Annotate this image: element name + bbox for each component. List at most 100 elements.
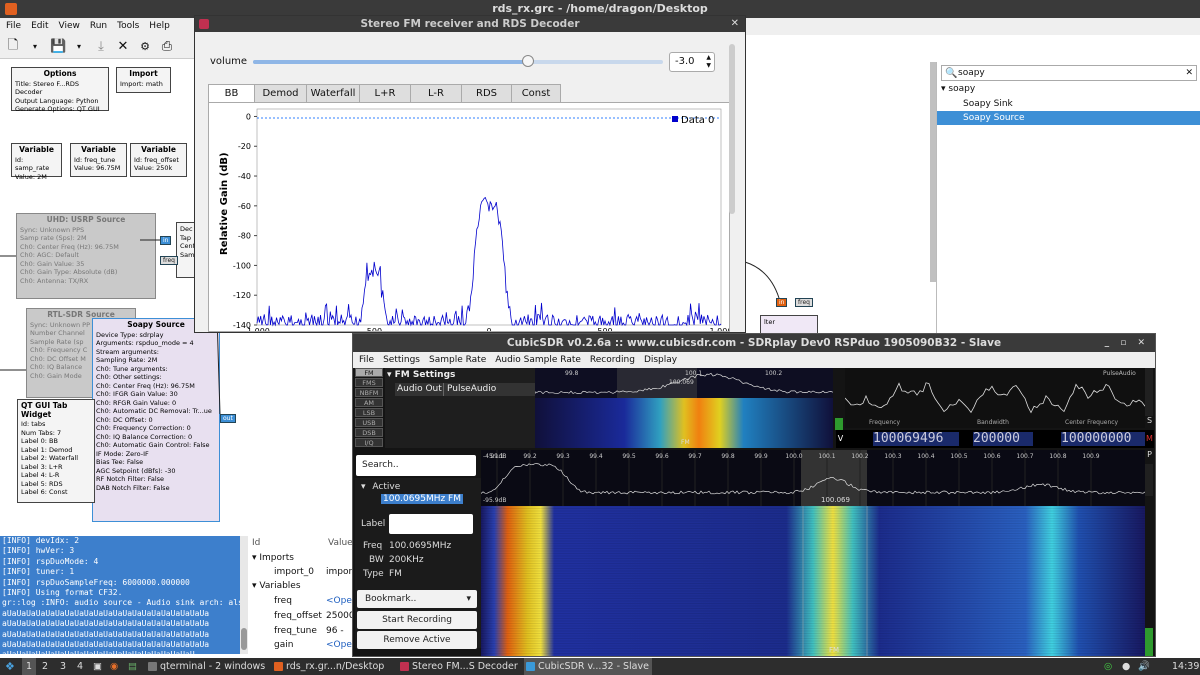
menu-display[interactable]: Display — [644, 352, 677, 368]
volume-value: -3.0 — [675, 56, 695, 67]
tree-item-soapy-source[interactable]: Soapy Source — [937, 111, 1200, 125]
tab-demod[interactable]: Demod — [254, 84, 307, 102]
window-buttons[interactable]: _ ▫ ✕ — [1105, 334, 1149, 352]
tab-l-plus-r[interactable]: L+R — [359, 84, 411, 102]
workspace-1[interactable]: 1 — [22, 658, 36, 675]
volume-slider-handle[interactable] — [522, 55, 534, 67]
console-line: aUaUaUaUaUaUaUaUaUaUaUaUaUaUaUaUaUaUaUaU… — [2, 640, 240, 650]
right-level-meter[interactable] — [1145, 368, 1153, 416]
type-caption: Type — [363, 569, 384, 579]
var-id[interactable]: gain — [274, 640, 293, 650]
fm-settings-header[interactable]: ▾ FM Settings — [387, 370, 455, 380]
remove-active-button[interactable]: Remove Active — [357, 631, 477, 649]
console-line: [INFO] tuner: 1 — [2, 567, 240, 577]
task-stereo-fm[interactable]: Stereo FM...S Decoder — [398, 658, 522, 675]
mode-button-dsb[interactable]: DSB — [355, 428, 383, 437]
spectrum-tick: 100.2 — [851, 453, 868, 460]
fm-scrollbar[interactable] — [729, 44, 735, 214]
active-demod-item[interactable]: 100.0695MHz FM — [381, 494, 463, 504]
mode-button-nbfm[interactable]: NBFM — [355, 388, 383, 397]
fm-settings-panel: ▾ FM Settings Audio Out PulseAudio — [385, 368, 535, 448]
var-id[interactable]: freq_tune — [274, 626, 317, 636]
task-qterminal[interactable]: qterminal - 2 windows — [146, 658, 266, 675]
menu-audio-sample-rate[interactable]: Audio Sample Rate — [495, 352, 581, 368]
y-tick-label: -120 — [233, 291, 251, 300]
main-waterfall[interactable]: FM — [481, 506, 1145, 656]
plot-area — [257, 109, 721, 325]
start-menu-icon[interactable]: ❖ — [5, 658, 15, 675]
var-id[interactable]: freq_offset — [274, 611, 322, 621]
network-icon[interactable]: ◎ — [1104, 658, 1112, 675]
active-group[interactable]: ▾ Active — [361, 482, 400, 492]
console-scrollbar[interactable] — [240, 536, 248, 654]
mode-button-i-q[interactable]: I/Q — [355, 438, 383, 447]
menu-file[interactable]: File — [359, 352, 374, 368]
mode-button-usb[interactable]: USB — [355, 418, 383, 427]
workspace-3[interactable]: 3 — [60, 658, 66, 675]
menu-settings[interactable]: Settings — [383, 352, 420, 368]
tree-item-soapy-sink[interactable]: Soapy Sink — [963, 97, 1013, 111]
csd-title: CubicSDR v0.2.6a :: www.cubicsdr.com - S… — [507, 337, 1001, 349]
steam-icon[interactable]: ● — [1122, 658, 1130, 675]
main-spectrum[interactable]: 99.1 99.2 99.3 99.4 99.5 99.6 99.7 99.8 99.9 100.… — [481, 450, 1145, 506]
var-id[interactable]: freq — [274, 596, 292, 606]
start-recording-button[interactable]: Start Recording — [357, 611, 477, 629]
tab-l-minus-r[interactable]: L-R — [410, 84, 462, 102]
task-grc[interactable]: rds_rx.gr...n/Desktop — [272, 658, 390, 675]
gain-meter[interactable] — [1145, 464, 1153, 496]
overview-spectrum[interactable]: 99.8 100.1 100.2 100.069 FM — [535, 368, 833, 448]
block-search-input[interactable]: 🔍 soapy ✕ — [941, 65, 1197, 81]
tab-rds[interactable]: RDS — [461, 84, 512, 102]
spectrum-tick: 100.3 — [884, 453, 901, 460]
tree-variables[interactable]: ▾ Variables — [252, 581, 301, 591]
mute-label[interactable]: M — [1145, 430, 1154, 448]
workspace-4[interactable]: 4 — [77, 658, 83, 675]
var-id[interactable]: import_0 — [274, 567, 314, 577]
spin-arrows-icon[interactable]: ▲ ▼ — [706, 54, 711, 70]
menu-recording[interactable]: Recording — [590, 352, 635, 368]
y-tick-label: -80 — [238, 232, 251, 241]
files-icon[interactable]: ▤ — [128, 658, 137, 675]
tab-bb[interactable]: BB — [208, 84, 255, 102]
bookmark-search-input[interactable]: Search.. — [356, 455, 476, 476]
mode-button-fm[interactable]: FM — [355, 368, 383, 377]
spectrum-plot[interactable]: 0-20-40-60-80-100-120-140 -1,000-5000500… — [209, 103, 729, 331]
firefox-icon[interactable]: ◉ — [110, 658, 118, 675]
clear-icon[interactable]: ✕ — [1185, 66, 1193, 80]
workspace-2[interactable]: 2 — [42, 658, 48, 675]
squelch-label[interactable]: S — [1145, 416, 1154, 430]
task-cubicsdr[interactable]: CubicSDR v...32 - Slave — [524, 658, 652, 675]
frequency-digits[interactable]: 100069496 — [873, 432, 959, 446]
bookmark-dropdown[interactable]: Bookmark.. ▾ — [357, 590, 477, 608]
tree-category-soapy[interactable]: ▾ soapy — [941, 82, 975, 96]
spectrum-tick: 99.7 — [688, 453, 702, 460]
bandwidth-digits[interactable]: 200000 — [973, 432, 1033, 446]
y-tick-label: -60 — [238, 202, 251, 211]
bandwidth-caption: Bandwidth — [977, 419, 1009, 426]
legend-entry: Data 0 — [681, 115, 714, 126]
db-top-label: -45.1dB — [483, 453, 506, 460]
label-input[interactable] — [389, 514, 473, 534]
tab-waterfall[interactable]: Waterfall — [306, 84, 360, 102]
console-line: [INFO] hwVer: 3 — [2, 546, 240, 556]
menu-sample-rate[interactable]: Sample Rate — [429, 352, 486, 368]
peak-label[interactable]: P — [1145, 450, 1154, 464]
audio-level-meter[interactable] — [835, 418, 843, 430]
tab-const[interactable]: Const — [511, 84, 561, 102]
close-icon[interactable]: ✕ — [731, 16, 739, 32]
variables-panel: Id Value ▾ Imports import_0 import ▾ Var… — [248, 536, 358, 654]
center-frequency-digits[interactable]: 100000000 — [1061, 432, 1145, 446]
mode-button-fms[interactable]: FMS — [355, 378, 383, 387]
frequency-display: 100069496 200000 100000000 — [845, 430, 1145, 448]
mode-button-am[interactable]: AM — [355, 398, 383, 407]
desktop-icon[interactable]: ▣ — [93, 658, 102, 675]
spectrum-marker: 100.069 — [821, 496, 850, 504]
mode-button-lsb[interactable]: LSB — [355, 408, 383, 417]
audio-out-row[interactable]: Audio Out PulseAudio — [395, 383, 535, 396]
spectrum-tick: 99.8 — [721, 453, 735, 460]
console-output: [INFO] devIdx: 2 [INFO] hwVer: 3 [INFO] rs… — [0, 536, 240, 654]
volume-spinbox[interactable]: -3.0 ▲ ▼ — [669, 52, 715, 72]
tree-imports[interactable]: ▾ Imports — [252, 553, 294, 563]
volume-icon[interactable]: 🔊 — [1138, 658, 1150, 675]
search-icon: 🔍 — [945, 67, 957, 81]
